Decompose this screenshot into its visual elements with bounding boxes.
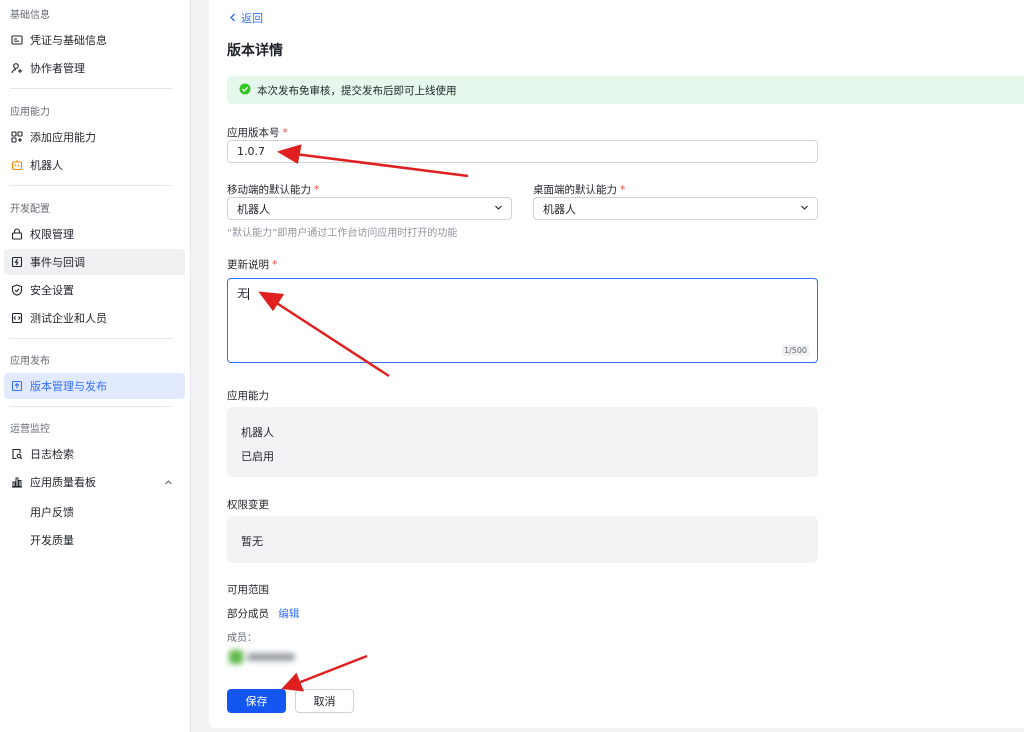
code-icon [11, 312, 23, 324]
lock-icon [11, 228, 23, 240]
section-title-publish: 应用发布 [10, 356, 50, 367]
user-add-icon [11, 62, 23, 74]
capability-name: 机器人 [241, 426, 274, 439]
robot-icon [11, 159, 23, 171]
sidebar-item-test-tenants[interactable]: 测试企业和人员 [4, 305, 185, 331]
desktop-default-label: 桌面端的默认能力 * [533, 184, 626, 196]
mobile-default-value: 机器人 [237, 202, 270, 216]
sidebar-item-add-capability[interactable]: 添加应用能力 [4, 124, 185, 150]
sidebar-item-label: 添加应用能力 [30, 131, 96, 144]
capability-status: 已启用 [241, 450, 274, 463]
release-notes-value: 无 [237, 287, 248, 300]
save-button[interactable]: 保存 [227, 689, 286, 713]
version-detail-panel: 返回 版本详情 本次发布免审核，提交发布后即可上线使用 应用版本号 * 1.0.7… [209, 0, 1024, 728]
page-title: 版本详情 [227, 43, 283, 59]
notice-text: 本次发布免审核，提交发布后即可上线使用 [257, 84, 457, 97]
mobile-default-label: 移动端的默认能力 * [227, 184, 320, 196]
notice-banner: 本次发布免审核，提交发布后即可上线使用 [227, 76, 1024, 104]
section-title-capabilities: 应用能力 [10, 107, 50, 118]
chevron-left-icon [229, 12, 237, 25]
check-circle-icon [239, 83, 251, 98]
section-title-ops: 运营监控 [10, 424, 50, 435]
sidebar-subitem-feedback[interactable]: 用户反馈 [30, 504, 74, 520]
cancel-button[interactable]: 取消 [295, 689, 354, 713]
sidebar-subitem-dev-quality[interactable]: 开发质量 [30, 532, 74, 548]
id-card-icon [11, 34, 23, 46]
chevron-up-icon[interactable] [164, 477, 173, 490]
release-notes-label: 更新说明 * [227, 259, 278, 271]
section-title-dev-config: 开发配置 [10, 204, 50, 215]
sidebar-item-credentials[interactable]: 凭证与基础信息 [4, 27, 185, 53]
sidebar-item-robot[interactable]: 机器人 [4, 152, 185, 178]
back-link[interactable]: 返回 [229, 10, 263, 26]
scope-value: 部分成员 [227, 608, 269, 620]
desktop-default-select[interactable]: 机器人 [533, 197, 818, 220]
bar-chart-icon [11, 476, 23, 488]
capabilities-box: 机器人 已启用 [227, 407, 818, 477]
divider [10, 88, 173, 89]
sidebar-item-label: 日志检索 [30, 448, 74, 461]
sidebar-item-collaborators[interactable]: 协作者管理 [4, 55, 185, 81]
sidebar-item-label: 权限管理 [30, 228, 74, 241]
desktop-default-value: 机器人 [543, 202, 576, 216]
sidebar: 基础信息 凭证与基础信息 协作者管理 应用能力 添加应用能力 机器人 开发配置 … [0, 0, 191, 732]
sidebar-item-label: 协作者管理 [30, 62, 85, 75]
scope-row: 部分成员 编辑 [227, 606, 299, 621]
grid-add-icon [11, 131, 23, 143]
version-input[interactable]: 1.0.7 [227, 140, 818, 163]
back-label: 返回 [241, 12, 263, 25]
section-title-basic: 基础信息 [10, 10, 50, 21]
permission-changes-label: 权限变更 [227, 499, 269, 511]
sidebar-item-label: 测试企业和人员 [30, 312, 107, 325]
sidebar-item-label: 凭证与基础信息 [30, 34, 107, 47]
shield-icon [11, 284, 23, 296]
sidebar-item-security[interactable]: 安全设置 [4, 277, 185, 303]
sidebar-item-label: 事件与回调 [30, 256, 85, 269]
sidebar-item-label: 安全设置 [30, 284, 74, 297]
divider [10, 406, 173, 407]
edit-scope-link[interactable]: 编辑 [278, 608, 299, 620]
divider [10, 338, 173, 339]
members-label: 成员： [227, 633, 257, 644]
permission-changes-value: 暂无 [241, 535, 263, 548]
sidebar-item-quality-dashboard[interactable]: 应用质量看板 [4, 469, 185, 495]
scope-label: 可用范围 [227, 584, 269, 596]
capabilities-label: 应用能力 [227, 390, 269, 402]
sidebar-item-label: 应用质量看板 [30, 476, 96, 489]
release-notes-textarea[interactable]: 无 1/500 [227, 278, 818, 363]
sidebar-item-label: 机器人 [30, 159, 63, 172]
permission-changes-box: 暂无 [227, 516, 818, 563]
upload-icon [11, 380, 23, 392]
divider [10, 185, 173, 186]
search-doc-icon [11, 448, 23, 460]
version-label: 应用版本号 * [227, 127, 288, 139]
chevron-down-icon [494, 202, 503, 215]
mobile-default-select[interactable]: 机器人 [227, 197, 512, 220]
sidebar-item-permissions[interactable]: 权限管理 [4, 221, 185, 247]
member-avatar [229, 650, 295, 664]
sidebar-item-log-search[interactable]: 日志检索 [4, 441, 185, 467]
char-counter: 1/500 [781, 345, 809, 356]
sidebar-item-label: 版本管理与发布 [30, 380, 107, 393]
chevron-down-icon [800, 202, 809, 215]
sidebar-item-version-management[interactable]: 版本管理与发布 [4, 373, 185, 399]
event-icon [11, 256, 23, 268]
default-capability-hint: “默认能力”即用户通过工作台访问应用时打开的功能 [227, 228, 458, 239]
sidebar-item-events[interactable]: 事件与回调 [4, 249, 185, 275]
